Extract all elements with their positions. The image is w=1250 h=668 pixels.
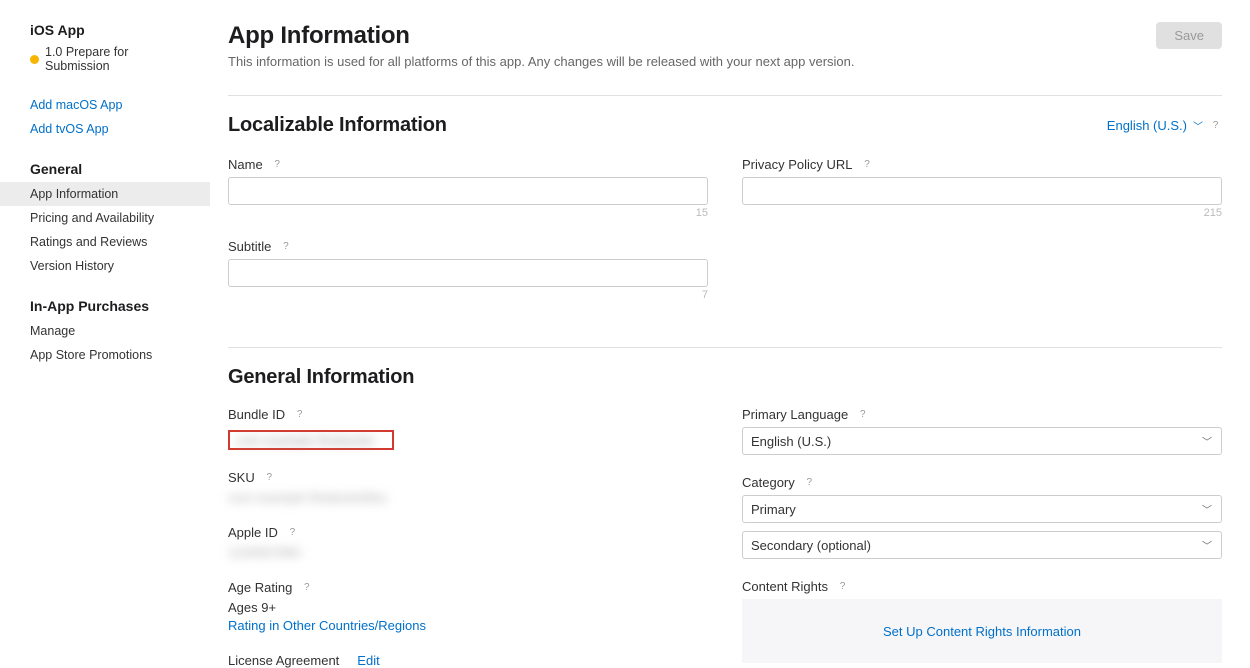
sidebar-item-ratings[interactable]: Ratings and Reviews — [0, 230, 210, 254]
privacy-url-input[interactable] — [742, 177, 1222, 205]
help-icon[interactable]: ? — [293, 409, 306, 420]
content-rights-setup-link[interactable]: Set Up Content Rights Information — [883, 624, 1081, 639]
sidebar-item-manage[interactable]: Manage — [0, 319, 210, 343]
subtitle-input[interactable] — [228, 259, 708, 287]
content-rights-panel: Set Up Content Rights Information — [742, 599, 1222, 663]
sidebar-item-version-history[interactable]: Version History — [0, 254, 210, 278]
help-icon[interactable]: ? — [861, 159, 874, 170]
sidebar-item-app-information[interactable]: App Information — [0, 182, 210, 206]
page-subtitle: This information is used for all platfor… — [228, 54, 854, 69]
help-icon[interactable]: ? — [836, 581, 849, 592]
name-char-count: 15 — [228, 207, 708, 219]
help-icon[interactable]: ? — [271, 159, 284, 170]
save-button[interactable]: Save — [1156, 22, 1222, 49]
help-icon[interactable]: ? — [286, 527, 299, 538]
section-title-localizable: Localizable Information — [228, 114, 447, 137]
sku-value: com example RedactedSku — [228, 490, 708, 505]
subtitle-char-count: 7 — [228, 289, 708, 301]
help-icon[interactable]: ? — [300, 582, 313, 593]
age-rating-label: Age Rating — [228, 580, 292, 595]
apple-id-value: 1234567890 — [228, 545, 708, 560]
page-title: App Information — [228, 22, 854, 50]
sidebar-item-ios-version[interactable]: 1.0 Prepare for Submission — [0, 43, 210, 73]
divider — [228, 347, 1222, 348]
bundle-id-value: com example Redacted — [236, 433, 386, 447]
add-macos-link[interactable]: Add macOS App — [0, 93, 210, 117]
ios-status-text: 1.0 Prepare for Submission — [45, 45, 180, 73]
chevron-down-icon: ﹀ — [1193, 118, 1203, 133]
sidebar-heading-general: General — [0, 161, 210, 182]
help-icon[interactable]: ? — [803, 477, 816, 488]
sidebar-heading-ios: iOS App — [0, 22, 210, 43]
help-icon[interactable]: ? — [279, 241, 292, 252]
category-label: Category — [742, 475, 795, 490]
divider — [228, 95, 1222, 96]
category-secondary-select[interactable]: Secondary (optional) — [742, 531, 1222, 559]
language-picker-label: English (U.S.) — [1107, 118, 1187, 133]
subtitle-label: Subtitle — [228, 239, 271, 254]
sidebar-heading-iap: In-App Purchases — [0, 298, 210, 319]
content-rights-label: Content Rights — [742, 579, 828, 594]
primary-language-label: Primary Language — [742, 407, 848, 422]
help-icon[interactable]: ? — [263, 472, 276, 483]
name-label: Name — [228, 157, 263, 172]
license-label: License Agreement — [228, 653, 339, 668]
age-rating-regions-link[interactable]: Rating in Other Countries/Regions — [228, 618, 708, 633]
primary-language-select[interactable]: English (U.S.) — [742, 427, 1222, 455]
privacy-char-count: 215 — [742, 207, 1222, 219]
language-picker[interactable]: English (U.S.) ﹀ ? — [1107, 118, 1222, 133]
category-primary-select[interactable]: Primary — [742, 495, 1222, 523]
main-content: App Information This information is used… — [210, 0, 1250, 668]
sidebar: iOS App 1.0 Prepare for Submission Add m… — [0, 0, 210, 668]
help-icon[interactable]: ? — [856, 409, 869, 420]
status-dot-icon — [30, 55, 39, 64]
help-icon[interactable]: ? — [1209, 120, 1222, 131]
section-title-general: General Information — [228, 366, 1222, 389]
sidebar-item-promotions[interactable]: App Store Promotions — [0, 343, 210, 367]
bundle-id-highlight: com example Redacted — [228, 430, 394, 450]
license-edit-link[interactable]: Edit — [357, 653, 379, 668]
privacy-url-label: Privacy Policy URL — [742, 157, 853, 172]
add-tvos-link[interactable]: Add tvOS App — [0, 117, 210, 141]
sidebar-item-pricing[interactable]: Pricing and Availability — [0, 206, 210, 230]
sku-label: SKU — [228, 470, 255, 485]
bundle-id-label: Bundle ID — [228, 407, 285, 422]
apple-id-label: Apple ID — [228, 525, 278, 540]
age-rating-value: Ages 9+ — [228, 600, 708, 615]
name-input[interactable] — [228, 177, 708, 205]
